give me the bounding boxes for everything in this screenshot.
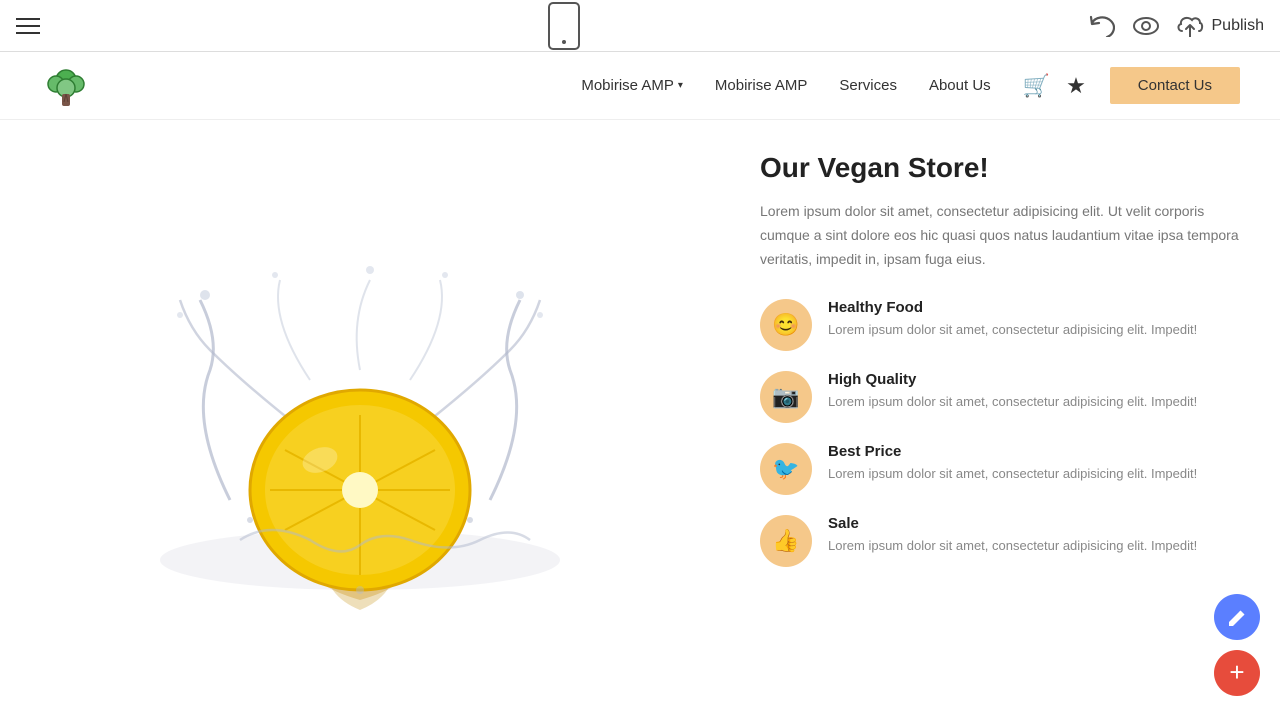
best-price-text: Best Price Lorem ipsum dolor sit amet, c… bbox=[828, 443, 1197, 484]
undo-icon[interactable] bbox=[1088, 12, 1116, 40]
sale-title: Sale bbox=[828, 515, 1197, 532]
store-title: Our Vegan Store! bbox=[760, 152, 1240, 184]
sale-icon: 👍 bbox=[760, 515, 812, 567]
cart-icon[interactable]: 🛒 bbox=[1023, 73, 1050, 99]
logo[interactable] bbox=[40, 60, 92, 112]
edit-fab-button[interactable] bbox=[1214, 594, 1260, 640]
phone-dot bbox=[562, 40, 566, 44]
feature-high-quality: 📷 High Quality Lorem ipsum dolor sit ame… bbox=[760, 371, 1240, 423]
nav-links: Mobirise AMP ▾ Mobirise AMP Services Abo… bbox=[581, 77, 990, 94]
lemon-splash-illustration bbox=[110, 220, 610, 620]
nav-services[interactable]: Services bbox=[839, 77, 897, 94]
publish-button[interactable]: Publish bbox=[1176, 15, 1264, 37]
best-price-desc: Lorem ipsum dolor sit amet, consectetur … bbox=[828, 464, 1197, 484]
publish-label: Publish bbox=[1212, 17, 1264, 35]
main-content: Our Vegan Store! Lorem ipsum dolor sit a… bbox=[0, 120, 1280, 720]
navbar: Mobirise AMP ▾ Mobirise AMP Services Abo… bbox=[0, 52, 1280, 120]
contact-us-button[interactable]: Contact Us bbox=[1110, 67, 1240, 104]
feature-sale: 👍 Sale Lorem ipsum dolor sit amet, conse… bbox=[760, 515, 1240, 567]
preview-icon[interactable] bbox=[1132, 12, 1160, 40]
toolbar-left bbox=[16, 18, 40, 34]
healthy-food-desc: Lorem ipsum dolor sit amet, consectetur … bbox=[828, 320, 1197, 340]
feature-list: 😊 Healthy Food Lorem ipsum dolor sit ame… bbox=[760, 299, 1240, 567]
best-price-icon: 🐦 bbox=[760, 443, 812, 495]
mobile-preview-icon[interactable] bbox=[548, 2, 580, 50]
healthy-food-text: Healthy Food Lorem ipsum dolor sit amet,… bbox=[828, 299, 1197, 340]
star-icon[interactable]: ★ bbox=[1066, 73, 1086, 99]
nav-icons: 🛒 ★ bbox=[1023, 73, 1086, 99]
feature-best-price: 🐦 Best Price Lorem ipsum dolor sit amet,… bbox=[760, 443, 1240, 495]
nav-mobirise-amp-2[interactable]: Mobirise AMP bbox=[715, 77, 808, 94]
hero-image-panel bbox=[0, 120, 720, 720]
toolbar-center bbox=[548, 2, 580, 50]
nav-mobirise-amp-1[interactable]: Mobirise AMP ▾ bbox=[581, 77, 683, 94]
healthy-food-title: Healthy Food bbox=[828, 299, 1197, 316]
nav-about-us[interactable]: About Us bbox=[929, 77, 991, 94]
store-description: Lorem ipsum dolor sit amet, consectetur … bbox=[760, 200, 1240, 271]
hamburger-menu-icon[interactable] bbox=[16, 18, 40, 34]
sale-desc: Lorem ipsum dolor sit amet, consectetur … bbox=[828, 536, 1197, 556]
healthy-food-icon: 😊 bbox=[760, 299, 812, 351]
high-quality-desc: Lorem ipsum dolor sit amet, consectetur … bbox=[828, 392, 1197, 412]
add-fab-button[interactable]: + bbox=[1214, 650, 1260, 696]
sale-text: Sale Lorem ipsum dolor sit amet, consect… bbox=[828, 515, 1197, 556]
toolbar: Publish bbox=[0, 0, 1280, 52]
high-quality-text: High Quality Lorem ipsum dolor sit amet,… bbox=[828, 371, 1197, 412]
hero-content-panel: Our Vegan Store! Lorem ipsum dolor sit a… bbox=[720, 120, 1280, 720]
best-price-title: Best Price bbox=[828, 443, 1197, 460]
high-quality-icon: 📷 bbox=[760, 371, 812, 423]
feature-healthy-food: 😊 Healthy Food Lorem ipsum dolor sit ame… bbox=[760, 299, 1240, 351]
toolbar-right: Publish bbox=[1088, 12, 1264, 40]
high-quality-title: High Quality bbox=[828, 371, 1197, 388]
